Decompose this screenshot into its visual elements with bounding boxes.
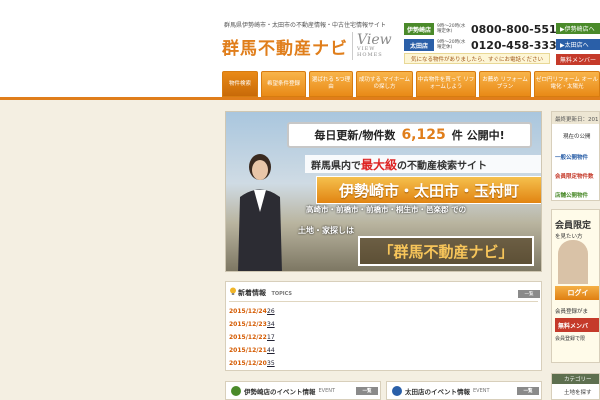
stats-panel: 最終更新日：201 現在の公開 一般公開物件 会員限定物件数 店舗公開物件: [551, 111, 600, 201]
list-item[interactable]: 2015/12/24 26: [229, 306, 275, 316]
banner-cities: 伊勢崎市・太田市・玉村町: [316, 176, 541, 204]
ota-event-panel: 太田店のイベント情報 EVENT 一覧: [386, 381, 542, 400]
hero-banner[interactable]: 毎日更新/物件数 6,125 件 公開中! 群馬県内で 最大級 の不動産検索サイ…: [225, 111, 542, 272]
main-nav: 物件検索 希望条件登録 選ばれる 5つ理由 成功する マイホームの探し方 中古物…: [0, 70, 600, 100]
store-row-ota: 太田店 9時～20時(水曜定休) 0120-458-333: [404, 38, 557, 52]
ota-event-list-button[interactable]: 一覧: [517, 387, 539, 395]
property-count: 6,125: [401, 127, 446, 143]
site-tagline: 群馬県伊勢崎市・太田市の不動産情報・中古住宅情報サイト: [224, 22, 387, 29]
view-homes-logo[interactable]: View VIEW HOMES: [352, 32, 392, 60]
tab-how-to-find-home[interactable]: 成功する マイホームの探し方: [356, 71, 413, 97]
news-date: 2015/12/22: [229, 333, 267, 341]
news-link[interactable]: 26: [267, 308, 275, 315]
news-date: 2015/12/21: [229, 346, 267, 354]
news-date: 2015/12/20: [229, 359, 267, 367]
tab-buy-used-and-reform[interactable]: 中古物件を買って リフォームしよう: [416, 71, 476, 97]
bulb-icon: [230, 287, 236, 295]
counter-suffix: 件 公開中!: [451, 129, 505, 142]
category-item-land[interactable]: 土地を探す: [564, 388, 592, 396]
tab-wish-register[interactable]: 希望条件登録: [261, 71, 306, 97]
person-icon: [392, 386, 402, 396]
store-row-isesaki: 伊勢崎店 9時～20時(水曜定休) 0800-800-5515: [404, 22, 564, 36]
news-link[interactable]: 44: [267, 347, 275, 354]
list-item[interactable]: 2015/12/23 34: [229, 319, 275, 329]
free-member-register-button[interactable]: 無料メンバ: [555, 318, 599, 332]
member-photo: [558, 240, 588, 284]
event-title: 太田店のイベント情報: [405, 387, 470, 396]
isesaki-event-panel: 伊勢崎店のイベント情報 EVENT 一覧: [225, 381, 381, 400]
site-logo[interactable]: 群馬不動産ナビ: [222, 34, 348, 59]
store-tag-isesaki[interactable]: 伊勢崎店: [404, 23, 434, 35]
tab-recommended-reform[interactable]: お薦め リフォームプラン: [479, 71, 531, 97]
free-member-sub: 会員登録で限: [555, 336, 586, 342]
agent-photo: [238, 154, 282, 271]
tab-property-search[interactable]: 物件検索: [222, 71, 258, 97]
news-divider: [229, 301, 538, 302]
news-panel: 新着情報 TOPICS 一覧 2015/12/24 26 2015/12/23 …: [225, 281, 542, 371]
phone-number-isesaki[interactable]: 0800-800-5515: [471, 23, 564, 36]
category-panel: カテゴリー 土地を探す: [551, 373, 600, 400]
news-date: 2015/12/24: [229, 307, 267, 315]
tab-five-reasons[interactable]: 選ばれる 5つ理由: [309, 71, 353, 97]
member-box-sub: を見たい方: [555, 234, 583, 240]
store-hours: 9時～20時(水曜定休): [437, 40, 466, 50]
news-title-en: TOPICS: [271, 291, 292, 297]
news-list-button[interactable]: 一覧: [518, 290, 540, 298]
isesaki-event-list-button[interactable]: 一覧: [356, 387, 378, 395]
list-item[interactable]: 2015/12/20 35: [229, 358, 275, 368]
banner-headline: 群馬県内で 最大級 の不動産検索サイト: [305, 155, 541, 173]
tab-zero-yen-reform[interactable]: ゼロ円リフォーム オール電化・太陽光: [534, 71, 600, 97]
isesaki-store-button[interactable]: ▶伊勢崎店へ: [556, 23, 600, 34]
banner-brand: 「群馬不動産ナビ」: [358, 236, 534, 266]
general-properties-link[interactable]: 一般公開物件: [555, 153, 588, 161]
store-properties-link[interactable]: 店舗公開物件: [555, 191, 588, 199]
login-button[interactable]: ログイ: [555, 286, 599, 300]
headline-pre: 群馬県内で: [311, 160, 361, 172]
news-date: 2015/12/23: [229, 320, 267, 328]
property-counter: 毎日更新/物件数 6,125 件 公開中!: [287, 122, 532, 148]
right-sidebar: 最終更新日：201 現在の公開 一般公開物件 会員限定物件数 店舗公開物件 会員…: [551, 111, 600, 363]
public-count-label: 現在の公開: [563, 134, 591, 140]
member-panel: 会員限定 を見たい方 ログイ 会員登録がま 無料メンバ 会員登録で限: [551, 209, 600, 363]
phone-number-ota[interactable]: 0120-458-333: [471, 39, 557, 52]
person-icon: [231, 386, 241, 396]
banner-sub-cities: 高崎市・前橋市・前橋市・桐生市・邑楽郡 での: [306, 205, 467, 214]
headline-emphasis: 最大級: [361, 157, 398, 172]
list-item[interactable]: 2015/12/21 44: [229, 345, 275, 355]
event-title-en: EVENT: [473, 387, 490, 394]
event-title-en: EVENT: [318, 387, 336, 394]
banner-search-text: 土地・家探しは: [298, 226, 354, 235]
news-link[interactable]: 17: [267, 334, 275, 341]
call-notice: 気になる物件がありましたら、すぐにお電話ください: [404, 53, 550, 64]
site-header: 群馬県伊勢崎市・太田市の不動産情報・中古住宅情報サイト 群馬不動産ナビ View…: [0, 0, 600, 70]
store-tag-ota[interactable]: 太田店: [404, 39, 434, 51]
counter-prefix: 毎日更新/物件数: [314, 129, 396, 142]
news-title-text: 新着情報: [238, 289, 266, 297]
member-properties-link[interactable]: 会員限定物件数: [555, 172, 594, 180]
last-updated: 最終更新日：201: [555, 117, 599, 123]
event-title: 伊勢崎店のイベント情報: [244, 387, 316, 396]
free-member-button[interactable]: 無料メンバー: [556, 54, 600, 65]
news-link[interactable]: 35: [267, 360, 275, 367]
member-reg-text: 会員登録がま: [555, 309, 589, 315]
store-hours: 9時～20時(水曜定休): [437, 24, 466, 34]
category-header: カテゴリー: [552, 374, 599, 384]
ota-store-button[interactable]: ▶太田店へ: [556, 39, 600, 50]
news-link[interactable]: 34: [267, 321, 275, 328]
headline-post: の不動産検索サイト: [397, 160, 488, 172]
list-item[interactable]: 2015/12/22 17: [229, 332, 275, 342]
member-box-title: 会員限定: [555, 221, 592, 231]
news-title: 新着情報 TOPICS: [238, 288, 292, 298]
